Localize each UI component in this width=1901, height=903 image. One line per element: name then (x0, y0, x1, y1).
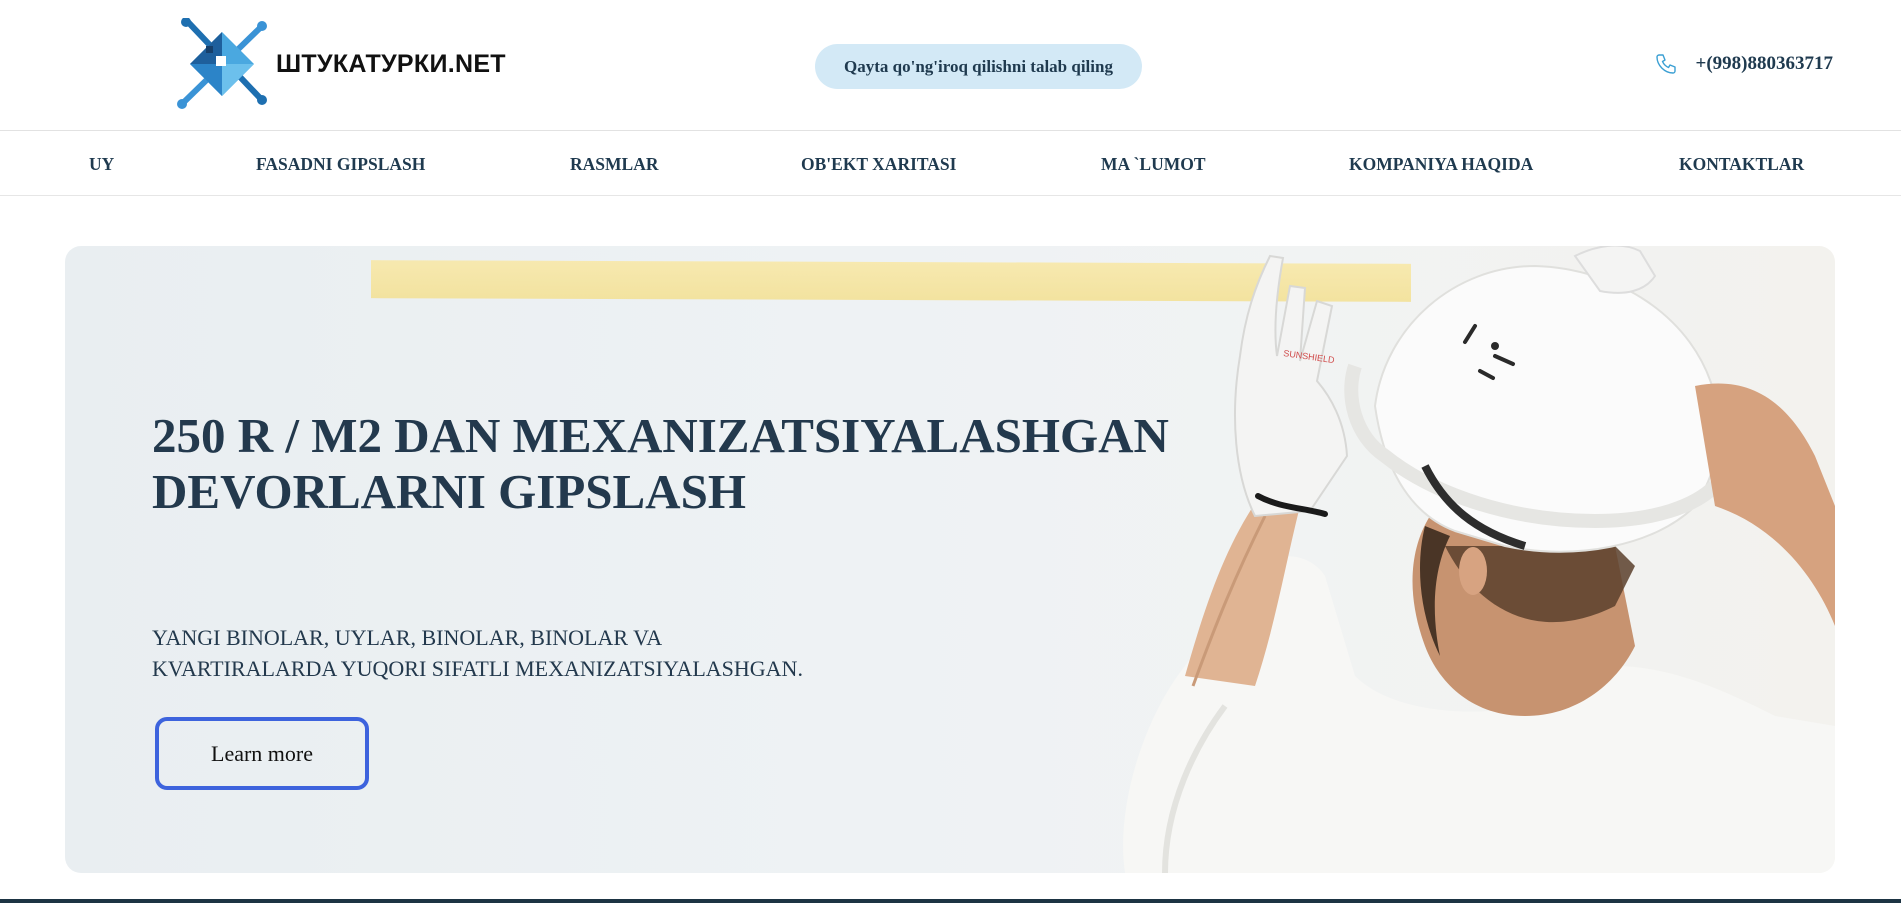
nav-item-object-map[interactable]: OB'EKT XARITASI (801, 132, 956, 196)
main-nav: UY FASADNI GIPSLASH RASMLAR OB'EKT XARIT… (0, 132, 1901, 196)
bottom-edge-divider (0, 899, 1901, 903)
phone-icon (1655, 54, 1676, 74)
trowel-diamond-logo-icon (177, 18, 267, 109)
site-header: ШТУКАТУРКИ.NET Qayta qo'ng'iroq qilishni… (0, 0, 1901, 131)
phone-number[interactable]: +(998)880363717 (1696, 53, 1833, 75)
hero-subtitle-line-2: KVARTIRALARDA YUQORI SIFATLI MEXANIZATSI… (152, 656, 803, 681)
nav-item-about-company[interactable]: KOMPANIYA HAQIDA (1349, 132, 1533, 196)
hero-subtitle-line-1: YANGI BINOLAR, UYLAR, BINOLAR, BINOLAR V… (152, 625, 663, 650)
learn-more-button[interactable]: Learn more (155, 717, 369, 790)
phone-contact[interactable]: +(998)880363717 (1654, 52, 1833, 76)
logo-text: ШТУКАТУРКИ.NET (276, 49, 506, 78)
worker-photo: SUNSHIELD (1123, 246, 1835, 873)
nav-item-contacts[interactable]: KONTAKTLAR (1679, 132, 1804, 196)
request-callback-button[interactable]: Qayta qo'ng'iroq qilishni talab qiling (815, 44, 1142, 89)
nav-item-home[interactable]: UY (89, 132, 114, 196)
nav-item-facade-plastering[interactable]: FASADNI GIPSLASH (256, 132, 425, 196)
hero-banner: SUNSHIELD 250 R / M2 DAN MEXANIZATSIYALA… (65, 246, 1835, 873)
hero-subtitle: YANGI BINOLAR, UYLAR, BINOLAR, BINOLAR V… (152, 622, 1052, 684)
hero-title: 250 R / M2 DAN MEXANIZATSIYALASHGAN DEVO… (152, 408, 1252, 520)
logo[interactable]: ШТУКАТУРКИ.NET (176, 18, 506, 110)
nav-item-photos[interactable]: RASMLAR (570, 132, 658, 196)
hero-title-line-1: 250 R / M2 DAN MEXANIZATSIYALASHGAN (152, 408, 1169, 463)
nav-item-info[interactable]: MA `LUMOT (1101, 132, 1206, 196)
hero-title-line-2: DEVORLARNI GIPSLASH (152, 464, 746, 519)
